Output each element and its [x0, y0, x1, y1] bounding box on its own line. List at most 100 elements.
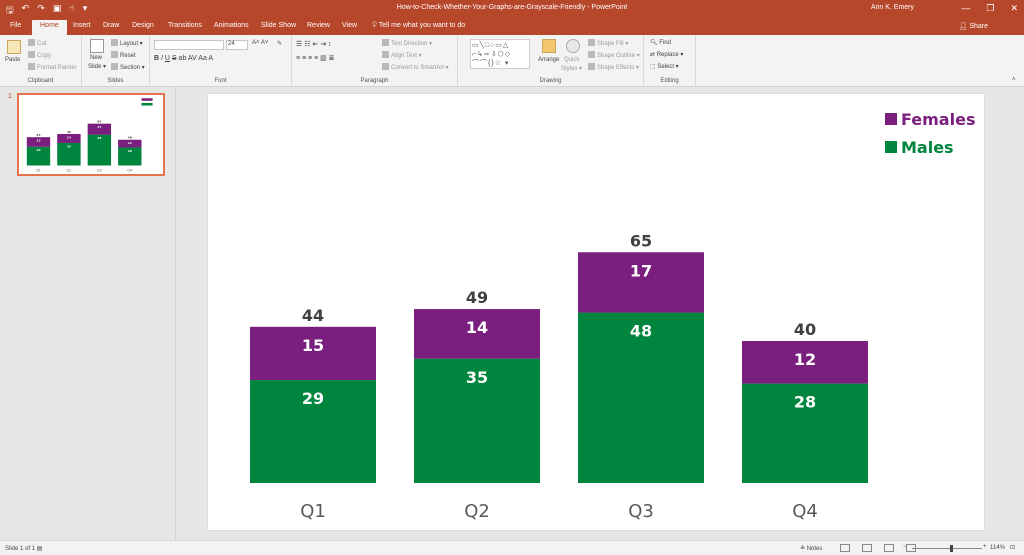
section-button[interactable]: Section ▾: [111, 63, 145, 71]
paste-button[interactable]: Paste: [5, 57, 20, 63]
shape-fill-button[interactable]: Shape Fill ▾: [588, 39, 628, 47]
replace-button[interactable]: ⇄ Replace ▾: [650, 51, 683, 58]
tab-transitions[interactable]: Transitions: [168, 22, 202, 29]
font-group-label: Font: [214, 78, 227, 84]
tab-home[interactable]: Home: [32, 20, 67, 35]
editing-group: 🔍︎ Find ⇄ Replace ▾ ⬚ Select ▾ Editing: [644, 35, 696, 87]
data-label-males-q1: 29: [302, 389, 324, 408]
arrange-icon: [542, 39, 556, 53]
user-name[interactable]: Ann K. Emery: [871, 4, 914, 11]
x-tick-label-q2: Q2: [67, 169, 72, 173]
normal-view-icon[interactable]: [840, 544, 850, 552]
tab-review[interactable]: Review: [307, 22, 330, 29]
grow-font-icon[interactable]: A˄ A˅: [252, 40, 268, 46]
spellcheck-icon[interactable]: ▤: [37, 546, 43, 552]
close-icon[interactable]: ✕: [1010, 3, 1018, 14]
data-label-females-q3: 17: [630, 261, 652, 280]
total-label-q1: 44: [36, 133, 40, 137]
window-controls: — ❐ ✕: [961, 3, 1018, 14]
minimize-icon[interactable]: —: [961, 3, 970, 14]
font-size-input[interactable]: 24: [226, 40, 248, 50]
chart-legend: Females Males: [885, 110, 975, 157]
paragraph-group: ☰ ☷ ⇤ ⇥ ↕ ≡ ≡ ≡ ≡ ▥ ≣ Text Direction ▾ A…: [292, 35, 458, 87]
format-painter-button[interactable]: Format Painter: [28, 63, 77, 71]
total-label-q2: 49: [466, 288, 488, 307]
zoom-out-icon[interactable]: −: [903, 544, 907, 550]
quick-styles-button[interactable]: Quick: [564, 57, 579, 63]
total-label-q4: 40: [794, 320, 816, 339]
zoom-slider[interactable]: [912, 548, 982, 549]
new-slide-icon: [90, 39, 104, 53]
main-slide[interactable]: Females Males 29 15 44 Q1 35 14 49 Q2 48 17 65 Q3 28…: [208, 94, 984, 530]
align-text-icon: [382, 51, 389, 58]
scissors-icon: [28, 39, 35, 46]
cursor-icon: ⬚: [650, 64, 656, 70]
drawing-group-label: Drawing: [539, 78, 562, 84]
zoom-in-icon[interactable]: +: [983, 544, 987, 550]
ribbon: Paste Cut Copy Format Painter Clipboard …: [0, 35, 1024, 87]
tell-me-search[interactable]: 💡︎ Tell me what you want to do: [372, 22, 465, 30]
clear-formatting-icon[interactable]: ✎: [277, 40, 282, 47]
font-name-input[interactable]: [154, 40, 224, 50]
collapse-ribbon-icon[interactable]: ˄: [1012, 77, 1016, 83]
slide-thumbnail[interactable]: 29 15 44 Q1 35 14 49 Q2 48 17 65 Q3 28 12 40 Q4: [17, 93, 165, 176]
alignment-buttons[interactable]: ≡ ≡ ≡ ≡ ▥ ≣: [296, 54, 335, 62]
reset-button[interactable]: Reset: [111, 51, 136, 59]
tab-draw[interactable]: Draw: [103, 22, 119, 29]
section-icon: [111, 63, 118, 70]
person-icon: 👤︎: [958, 23, 968, 30]
ribbon-tab-bar: File Home Insert Draw Design Transitions…: [0, 19, 1024, 35]
list-buttons[interactable]: ☰ ☷ ⇤ ⇥ ↕: [296, 40, 332, 48]
shape-effects-button[interactable]: Shape Effects ▾: [588, 63, 639, 71]
select-button[interactable]: ⬚ Select ▾: [650, 63, 679, 70]
quick-styles-dropdown[interactable]: Styles ▾: [561, 65, 582, 72]
shapes-gallery[interactable]: ▭╲□○▭△ ⌐↳⇨⇩⬡◇ ⌒⌒{}☆ ▾: [470, 39, 530, 69]
zoom-level[interactable]: 114%: [990, 545, 1005, 551]
align-text-button[interactable]: Align Text ▾: [382, 51, 422, 59]
data-label-females-q4: 12: [128, 141, 132, 145]
convert-smartart-button[interactable]: Convert to SmartArt ▾: [382, 63, 449, 71]
data-label-males-q2: 35: [466, 368, 488, 387]
notes-button[interactable]: ≙ Notes: [800, 545, 822, 552]
legend-swatch-males: [885, 141, 897, 153]
copy-button[interactable]: Copy: [28, 51, 51, 59]
tab-animations[interactable]: Animations: [214, 22, 249, 29]
smartart-icon: [382, 63, 389, 70]
restore-icon[interactable]: ❐: [986, 3, 994, 14]
share-button[interactable]: 👤︎ Share: [958, 22, 988, 30]
data-label-males-q2: 35: [67, 144, 71, 148]
shape-outline-button[interactable]: Shape Outline ▾: [588, 51, 640, 59]
total-label-q1: 44: [302, 306, 324, 325]
cut-button[interactable]: Cut: [28, 39, 46, 47]
fit-slide-icon[interactable]: ⊡: [1010, 544, 1015, 551]
arrange-button[interactable]: Arrange: [538, 57, 559, 63]
reset-icon: [111, 51, 118, 58]
layout-button[interactable]: Layout ▾: [111, 39, 143, 47]
copy-icon: [28, 51, 35, 58]
title-bar: 🖫 ↶ ↷ ▣ ☝ ▾ How-to-Check-Whether-Your-Gr…: [0, 0, 1024, 19]
tab-view[interactable]: View: [342, 22, 357, 29]
slide-sorter-icon[interactable]: [862, 544, 872, 552]
total-label-q3: 65: [97, 120, 101, 124]
reading-view-icon[interactable]: [884, 544, 894, 552]
clipboard-group: Paste Cut Copy Format Painter Clipboard: [0, 35, 82, 87]
data-label-females-q2: 14: [67, 135, 71, 139]
effects-icon: [588, 63, 595, 70]
layout-icon: [111, 39, 118, 46]
data-label-females-q1: 15: [36, 139, 40, 143]
find-button[interactable]: 🔍︎ Find: [650, 39, 671, 46]
tab-file[interactable]: File: [10, 22, 21, 29]
x-tick-label-q2: Q2: [464, 501, 490, 522]
legend-label-males: Males: [901, 138, 954, 157]
legend-swatch-females: [885, 113, 897, 125]
tab-insert[interactable]: Insert: [73, 22, 91, 29]
tab-design[interactable]: Design: [132, 22, 154, 29]
x-tick-label-q3: Q3: [628, 501, 654, 522]
new-slide-button[interactable]: New: [90, 55, 102, 61]
x-tick-label-q4: Q4: [792, 501, 818, 522]
new-slide-dropdown[interactable]: Slide ▾: [88, 63, 106, 70]
tab-slide-show[interactable]: Slide Show: [261, 22, 296, 29]
zoom-slider-thumb[interactable]: [950, 545, 953, 552]
text-direction-button[interactable]: Text Direction ▾: [382, 39, 432, 47]
font-format-buttons[interactable]: B I U S ab AV Aa A: [154, 55, 213, 62]
